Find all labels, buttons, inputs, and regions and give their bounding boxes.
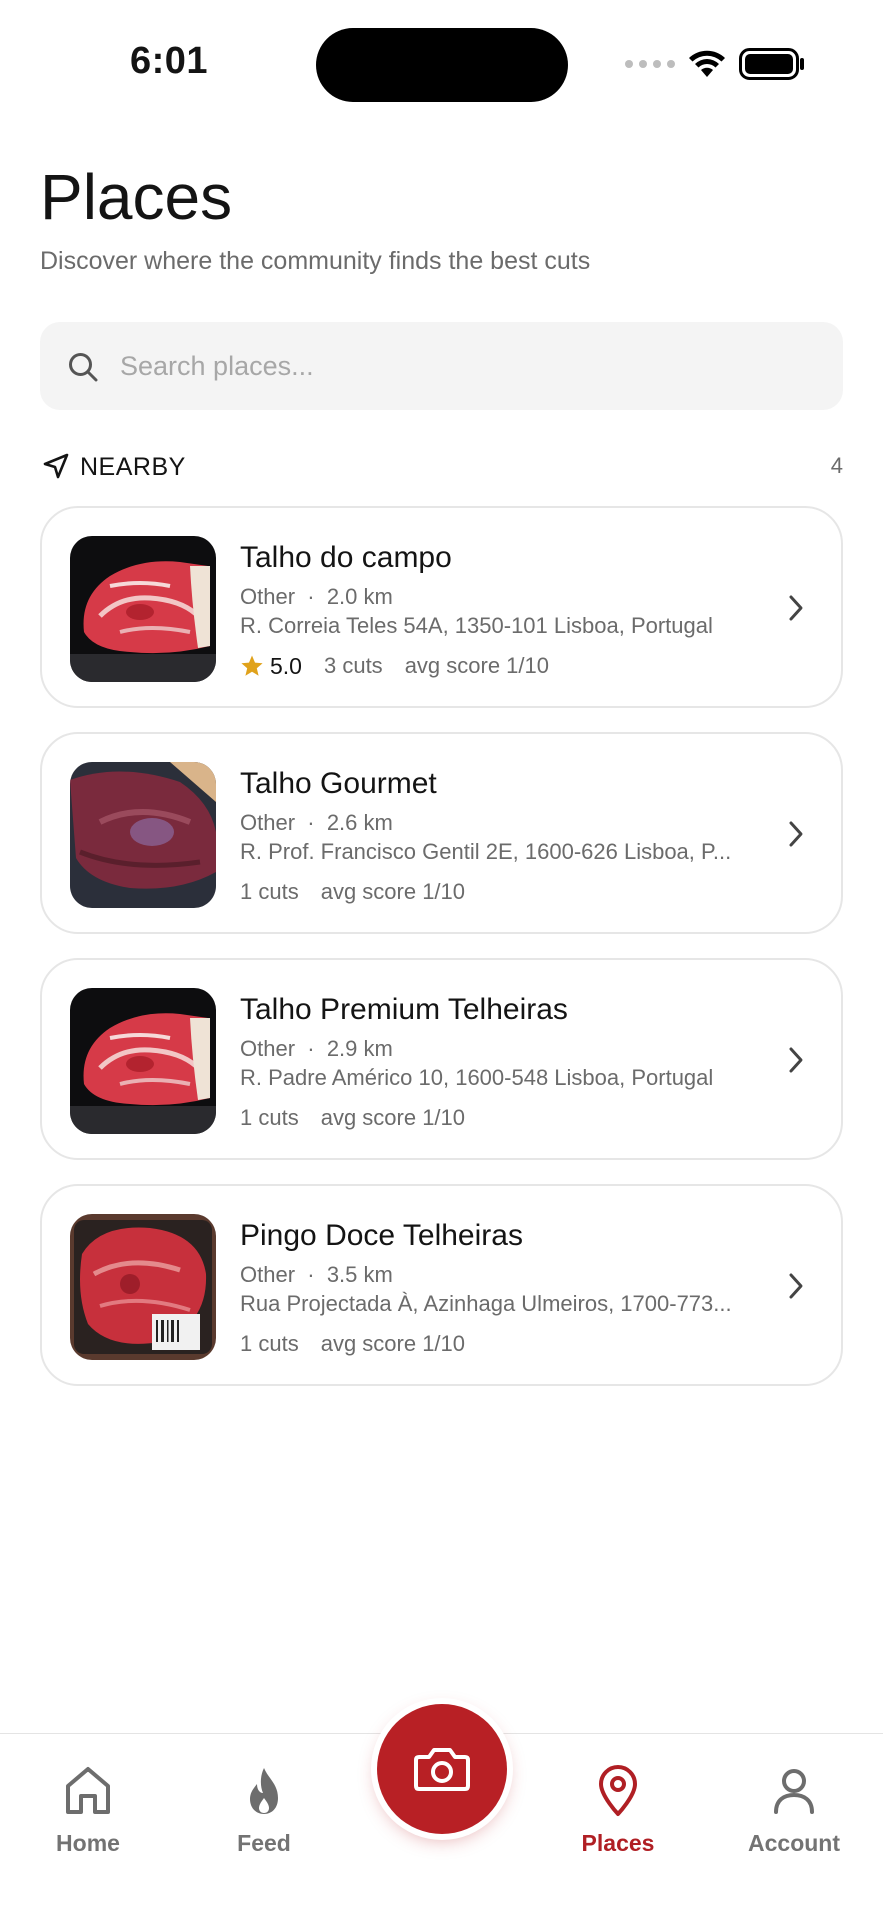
place-thumbnail xyxy=(70,536,216,682)
tab-account[interactable]: Account xyxy=(729,1764,859,1857)
tab-places-label: Places xyxy=(581,1830,655,1856)
battery-icon xyxy=(739,48,804,80)
place-thumbnail xyxy=(70,988,216,1134)
search-input[interactable] xyxy=(120,322,820,410)
place-distance: 2.6 km xyxy=(326,810,393,835)
cellular-signal-icon xyxy=(625,60,675,68)
page-subtitle: Discover where the community finds the b… xyxy=(40,247,591,275)
place-name: Pingo Doce Telheiras xyxy=(240,1219,523,1252)
map-pin-icon xyxy=(599,1765,637,1816)
user-icon xyxy=(774,1769,814,1814)
place-name: Talho do campo xyxy=(240,541,452,574)
place-avg-score: avg score 1/10 xyxy=(320,879,466,904)
tab-feed-label: Feed xyxy=(237,1830,291,1856)
place-meta: Other · 3.5 km xyxy=(240,1262,393,1287)
nearby-section-header: NEARBY 4 xyxy=(40,450,843,484)
dynamic-island xyxy=(316,28,568,102)
place-address: R. Correia Teles 54A, 1350-101 Lisboa, P… xyxy=(240,613,713,638)
status-time: 6:01 xyxy=(130,40,209,82)
place-card[interactable]: Talho do campo Other · 2.0 km R. Correia… xyxy=(40,506,843,708)
place-cuts: 1 cuts xyxy=(240,1331,299,1356)
place-card[interactable]: Talho Gourmet Other · 2.6 km R. Prof. Fr… xyxy=(40,732,843,934)
place-category: Other xyxy=(240,1036,296,1061)
place-rating: 5.0 xyxy=(240,652,302,680)
chevron-right-icon xyxy=(789,1273,803,1299)
status-icons xyxy=(625,44,805,84)
place-category: Other xyxy=(240,584,296,609)
place-name: Talho Premium Telheiras xyxy=(240,993,568,1026)
place-address: R. Padre Américo 10, 1600-548 Lisboa, Po… xyxy=(240,1065,714,1090)
place-stats: 1 cuts avg score 1/10 xyxy=(240,878,800,906)
wifi-icon xyxy=(689,50,725,77)
place-card[interactable]: Talho Premium Telheiras Other · 2.9 km R… xyxy=(40,958,843,1160)
place-avg-score: avg score 1/10 xyxy=(320,1331,466,1356)
tab-home[interactable]: Home xyxy=(23,1764,153,1857)
rating-value: 5.0 xyxy=(270,653,302,679)
place-distance: 3.5 km xyxy=(326,1262,393,1287)
place-name: Talho Gourmet xyxy=(240,767,437,800)
place-distance: 2.0 km xyxy=(326,584,393,609)
page-title: Places xyxy=(40,161,233,233)
place-avg-score: avg score 1/10 xyxy=(404,653,549,678)
place-stats: 1 cuts avg score 1/10 xyxy=(240,1330,800,1358)
nearby-count: 4 xyxy=(830,453,843,478)
place-thumbnail xyxy=(70,762,216,908)
chevron-right-icon xyxy=(789,821,803,847)
search-bar[interactable] xyxy=(40,322,843,410)
chevron-right-icon xyxy=(789,595,803,621)
place-stats: 1 cuts avg score 1/10 xyxy=(240,1104,800,1132)
place-stats: 5.0 3 cuts avg score 1/10 xyxy=(240,652,800,680)
tab-places[interactable]: Places xyxy=(553,1764,683,1857)
search-icon xyxy=(69,353,98,382)
flame-icon xyxy=(250,1768,278,1814)
home-icon xyxy=(66,1767,110,1814)
place-distance: 2.9 km xyxy=(326,1036,393,1061)
place-card[interactable]: Pingo Doce Telheiras Other · 3.5 km Rua … xyxy=(40,1184,843,1386)
place-avg-score: avg score 1/10 xyxy=(320,1105,466,1130)
place-address: Rua Projectada À, Azinhaga Ulmeiros, 170… xyxy=(240,1291,732,1316)
place-meta: Other · 2.6 km xyxy=(240,810,393,835)
place-cuts: 1 cuts xyxy=(240,1105,299,1130)
tab-feed[interactable]: Feed xyxy=(199,1764,329,1857)
place-cuts: 1 cuts xyxy=(240,879,299,904)
tab-account-label: Account xyxy=(748,1830,840,1856)
camera-icon xyxy=(414,1748,470,1791)
camera-button[interactable] xyxy=(377,1704,507,1834)
place-cuts: 3 cuts xyxy=(323,653,383,678)
place-meta: Other · 2.9 km xyxy=(240,1036,393,1061)
star-icon xyxy=(241,655,263,676)
place-category: Other xyxy=(240,810,296,835)
place-address: R. Prof. Francisco Gentil 2E, 1600-626 L… xyxy=(240,839,732,864)
nearby-label: NEARBY xyxy=(80,453,186,481)
navigation-arrow-icon xyxy=(43,453,69,479)
place-category: Other xyxy=(240,1262,296,1287)
place-meta: Other · 2.0 km xyxy=(240,584,393,609)
chevron-right-icon xyxy=(789,1047,803,1073)
place-thumbnail xyxy=(70,1214,216,1360)
tab-home-label: Home xyxy=(56,1830,120,1856)
